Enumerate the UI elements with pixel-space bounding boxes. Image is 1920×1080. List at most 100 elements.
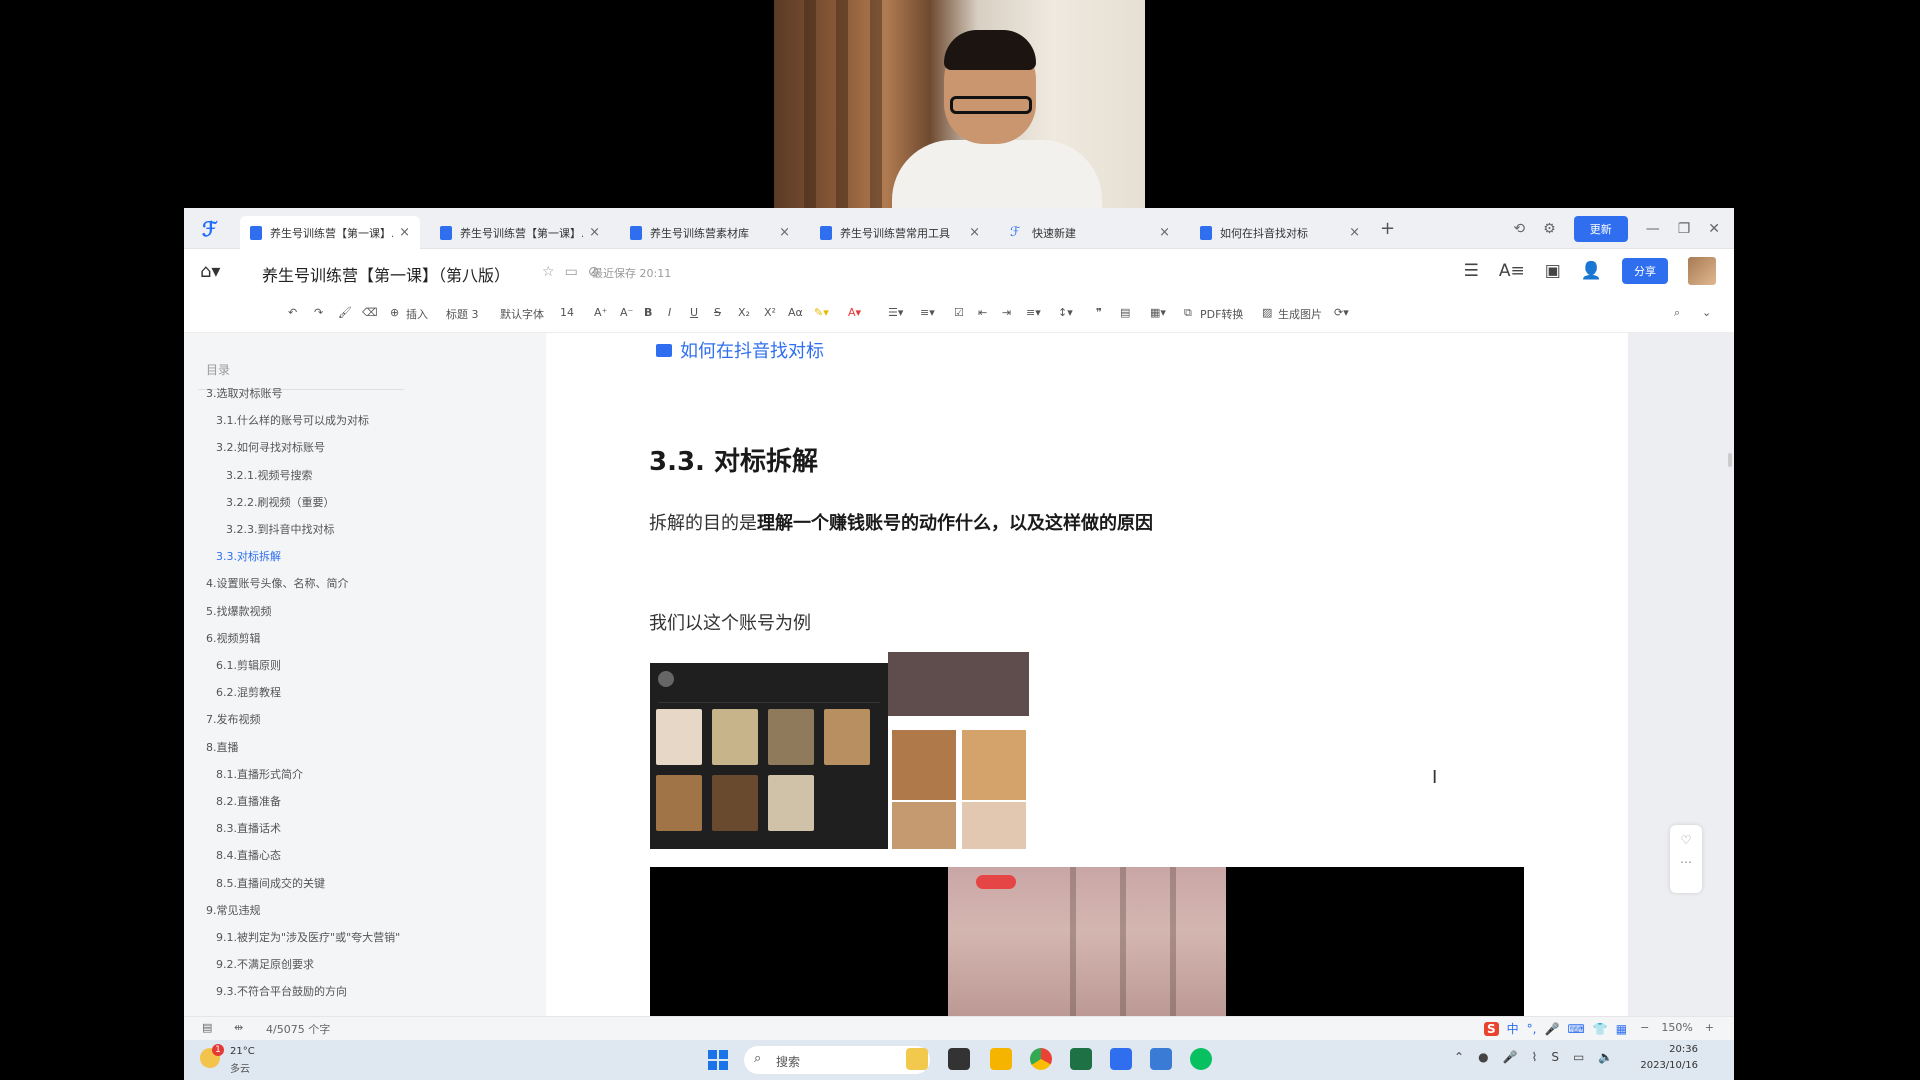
numbered-list-icon[interactable]: ≡▾	[920, 306, 935, 319]
task-view-icon[interactable]	[948, 1048, 970, 1070]
sync-icon[interactable]: ⟲	[1513, 221, 1525, 237]
underline-icon[interactable]: U	[690, 306, 698, 319]
toc-item[interactable]: 6.1.剪辑原则	[216, 657, 281, 673]
keyboard-icon[interactable]: ⌨	[1567, 1022, 1584, 1036]
network-icon[interactable]: ⌇	[1532, 1050, 1538, 1064]
toc-item[interactable]: 3.选取对标账号	[206, 385, 283, 401]
close-tab-icon[interactable]: ×	[779, 225, 790, 240]
present-icon[interactable]: ▣	[1545, 261, 1561, 281]
bookmark-icon[interactable]: ♡	[1670, 833, 1702, 847]
toc-item[interactable]: 5.找爆款视频	[206, 603, 272, 619]
sogou-icon[interactable]: S	[1484, 1021, 1499, 1036]
comment-icon[interactable]: ▤	[1120, 306, 1130, 319]
pdf-icon[interactable]: ⧉	[1184, 306, 1192, 320]
docs-app-icon[interactable]	[1110, 1048, 1132, 1070]
toolbox-icon[interactable]: ▦	[1616, 1022, 1627, 1036]
app-logo-icon[interactable]: ℱ	[202, 217, 226, 241]
mic-icon[interactable]: 🎤	[1503, 1050, 1518, 1064]
new-tab-icon[interactable]: +	[1380, 218, 1395, 239]
excel-icon[interactable]	[1070, 1048, 1092, 1070]
toc-item[interactable]: 9.2.不满足原创要求	[216, 956, 314, 972]
embedded-screenshot-profile[interactable]	[650, 663, 888, 849]
checklist-icon[interactable]: ☑	[954, 306, 964, 319]
subscript-icon[interactable]: X₂	[738, 306, 750, 319]
outdent-icon[interactable]: ⇤	[978, 306, 987, 319]
toc-item[interactable]: 7.发布视频	[206, 711, 261, 727]
chevron-down-icon[interactable]: ⌄	[1702, 306, 1711, 319]
start-menu-icon[interactable]	[708, 1050, 728, 1070]
mic-icon[interactable]: 🎤	[1545, 1022, 1560, 1036]
toc-item[interactable]: 3.2.如何寻找对标账号	[216, 439, 325, 455]
toc-item[interactable]: 6.2.混剪教程	[216, 684, 281, 700]
insert-icon[interactable]: ⊕	[390, 306, 399, 319]
toc-item[interactable]: 8.3.直播话术	[216, 820, 281, 836]
punctuation-icon[interactable]: °,	[1527, 1022, 1537, 1036]
toc-item[interactable]: 3.2.3.到抖音中找对标	[226, 521, 335, 537]
embedded-screenshot-mobile[interactable]	[888, 652, 1029, 849]
wechat-icon[interactable]	[1190, 1048, 1212, 1070]
skin-icon[interactable]: 👕	[1593, 1022, 1608, 1036]
toc-item[interactable]: 8.4.直播心态	[216, 847, 281, 863]
highlight-icon[interactable]: ✎▾	[814, 306, 829, 319]
italic-icon[interactable]: I	[668, 306, 671, 319]
clock-date[interactable]: 2023/10/16	[1640, 1060, 1698, 1071]
redo-icon[interactable]: ↷	[314, 306, 323, 319]
tray-app-icon[interactable]: ●	[1478, 1050, 1488, 1064]
generate-image-button[interactable]: 生成图片	[1278, 306, 1322, 322]
taskbar-search[interactable]: ⌕ 搜索	[744, 1046, 930, 1074]
meeting-app-icon[interactable]	[1150, 1048, 1172, 1070]
menu-icon[interactable]: ☰	[1464, 261, 1479, 281]
word-count[interactable]: 4/5075 个字	[266, 1021, 330, 1037]
file-explorer-icon[interactable]	[990, 1048, 1012, 1070]
font-effect-icon[interactable]: Aα	[788, 306, 803, 319]
toc-item[interactable]: 3.3.对标拆解	[216, 548, 281, 564]
close-tab-icon[interactable]: ×	[399, 225, 410, 240]
folder-icon[interactable]: ▭	[565, 264, 578, 280]
close-window-icon[interactable]: ✕	[1708, 221, 1720, 237]
tab-2[interactable]: 养生号训练营【第一课】... ×	[430, 216, 610, 249]
clock-time[interactable]: 20:36	[1669, 1044, 1698, 1055]
search-icon[interactable]: ⌕	[1674, 306, 1680, 320]
pdf-convert-button[interactable]: PDF转换	[1200, 306, 1243, 322]
star-icon[interactable]: ☆	[542, 264, 555, 280]
heading-select[interactable]: 标题 3	[446, 306, 479, 322]
decrease-font-icon[interactable]: A⁻	[620, 306, 633, 319]
doc-link[interactable]: 如何在抖音找对标	[656, 337, 824, 363]
close-tab-icon[interactable]: ×	[1159, 225, 1170, 240]
toc-item[interactable]: 8.5.直播间成交的关键	[216, 875, 325, 891]
doc-link-text[interactable]: 如何在抖音找对标	[680, 337, 824, 363]
bullet-list-icon[interactable]: ☰▾	[888, 306, 903, 319]
zoom-level[interactable]: 150%	[1661, 1021, 1692, 1034]
display-icon[interactable]: ▭	[1573, 1050, 1584, 1064]
scrollbar[interactable]	[1728, 453, 1732, 467]
toc-item[interactable]: 9.3.不符合平台鼓励的方向	[216, 983, 347, 999]
toc-item[interactable]: 8.直播	[206, 739, 239, 755]
font-select[interactable]: 默认字体	[500, 306, 544, 322]
toc-item[interactable]: 4.设置账号头像、名称、简介	[206, 575, 349, 591]
close-tab-icon[interactable]: ×	[1349, 225, 1360, 240]
toc-item[interactable]: 9.常见违规	[206, 902, 261, 918]
chrome-icon[interactable]	[1030, 1048, 1052, 1070]
tab-1[interactable]: 养生号训练营【第一课】... ×	[240, 216, 420, 249]
layout-icon[interactable]: ▦▾	[1150, 306, 1166, 319]
settings-icon[interactable]: ⚙	[1543, 221, 1556, 237]
quote-icon[interactable]: ❞	[1096, 306, 1102, 319]
zoom-in-icon[interactable]: +	[1705, 1021, 1714, 1034]
user-avatar[interactable]	[1688, 257, 1716, 285]
toc-item[interactable]: 8.1.直播形式简介	[216, 766, 303, 782]
sogou-tray-icon[interactable]: S	[1551, 1050, 1559, 1064]
share-button[interactable]: 分享	[1622, 258, 1668, 284]
format-painter-icon[interactable]: 🖌	[338, 306, 352, 319]
page-width-icon[interactable]: ⇹	[234, 1021, 243, 1034]
bold-icon[interactable]: B	[644, 306, 652, 319]
font-size-select[interactable]: 14	[560, 306, 574, 319]
document-title[interactable]: 养生号训练营【第一课】（第八版）	[262, 262, 510, 286]
increase-font-icon[interactable]: A⁺	[594, 306, 607, 319]
tab-3[interactable]: 养生号训练营素材库 ×	[620, 216, 800, 249]
weather-temperature[interactable]: 21°C	[230, 1046, 255, 1057]
clear-format-icon[interactable]: ⌫	[362, 306, 378, 319]
toc-item[interactable]: 3.1.什么样的账号可以成为对标	[216, 412, 369, 428]
weather-description[interactable]: 多云	[230, 1060, 250, 1075]
tab-6[interactable]: 如何在抖音找对标 ×	[1190, 216, 1370, 249]
tab-5[interactable]: ℱ 快速新建 ×	[1000, 216, 1180, 249]
